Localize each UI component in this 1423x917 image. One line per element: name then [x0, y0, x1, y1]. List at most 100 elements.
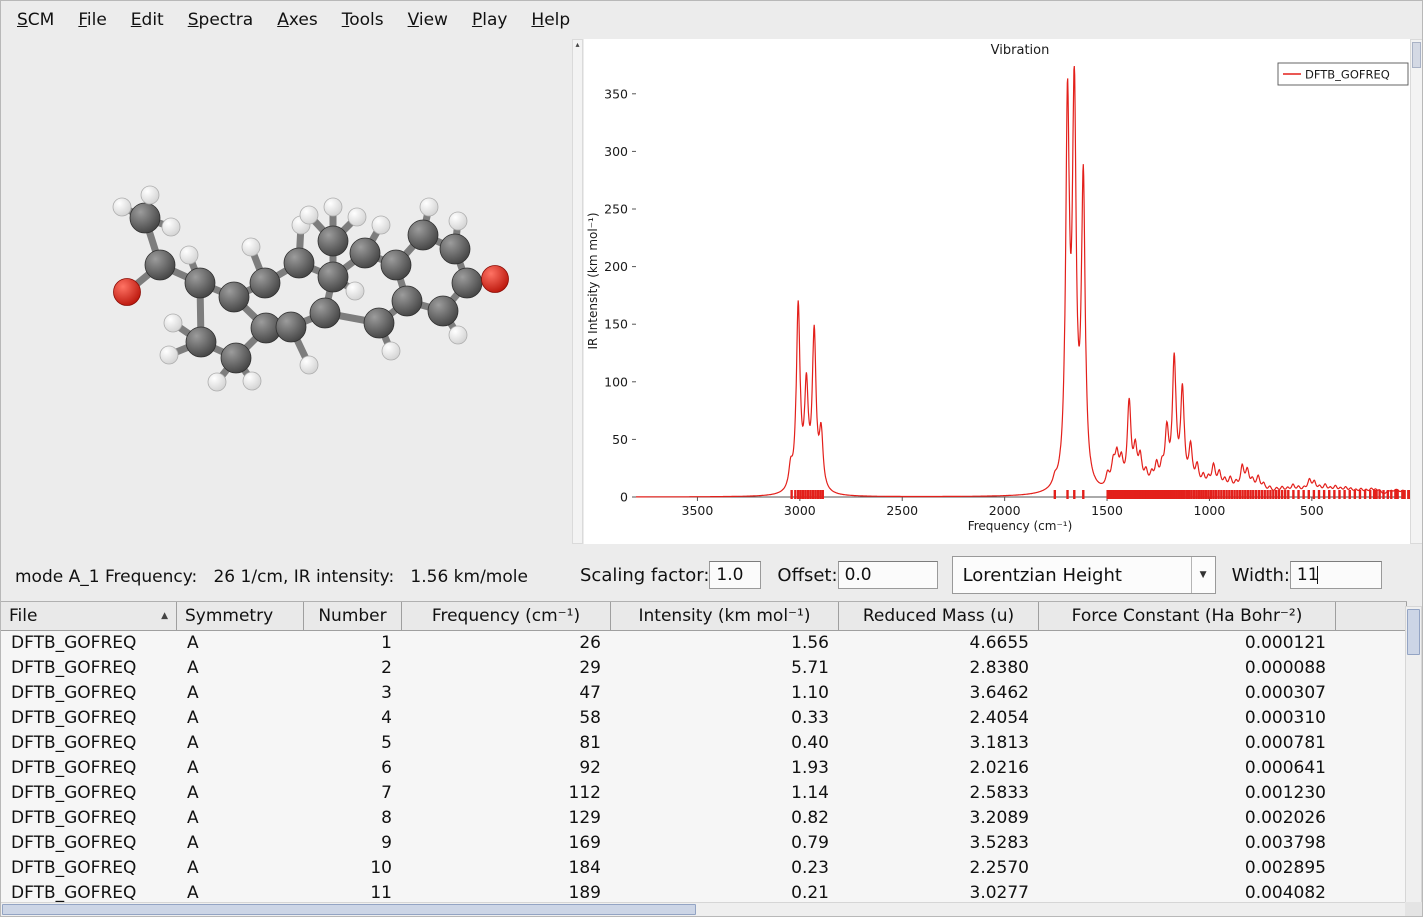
mode-frequency-mark[interactable]	[1167, 490, 1169, 499]
mode-frequency-mark[interactable]	[1223, 490, 1225, 499]
mode-frequency-mark[interactable]	[1108, 490, 1110, 499]
hydrogen-atom[interactable]	[180, 246, 198, 264]
carbon-atom[interactable]	[250, 268, 280, 298]
carbon-atom[interactable]	[276, 312, 306, 342]
table-row[interactable]: DFTB_GOFREQA2295.712.83800.000088	[1, 656, 1407, 681]
oxygen-atom[interactable]	[114, 279, 141, 306]
mode-frequency-mark[interactable]	[1210, 490, 1212, 499]
mode-frequency-mark[interactable]	[1171, 490, 1173, 499]
hydrogen-atom[interactable]	[449, 212, 467, 230]
mode-frequency-mark[interactable]	[1175, 490, 1177, 499]
mode-frequency-mark[interactable]	[1281, 490, 1283, 499]
carbon-atom[interactable]	[392, 286, 422, 316]
carbon-atom[interactable]	[350, 238, 380, 268]
carbon-atom[interactable]	[452, 268, 482, 298]
molecule-viewer[interactable]: mode A_1 Frequency: 26 1/cm, IR intensit…	[3, 39, 570, 599]
carbon-atom[interactable]	[440, 234, 470, 264]
mode-frequency-mark[interactable]	[1177, 490, 1179, 499]
mode-frequency-mark[interactable]	[1225, 490, 1227, 499]
hydrogen-atom[interactable]	[208, 373, 226, 391]
table-row[interactable]: DFTB_GOFREQA101840.232.25700.002895	[1, 856, 1407, 881]
menu-file[interactable]: File	[66, 3, 118, 37]
hydrogen-atom[interactable]	[346, 282, 364, 300]
mode-frequency-mark[interactable]	[1217, 490, 1219, 499]
carbon-atom[interactable]	[219, 282, 249, 312]
mode-frequency-mark[interactable]	[1396, 490, 1398, 499]
mode-frequency-mark[interactable]	[812, 490, 814, 499]
mode-frequency-mark[interactable]	[1190, 490, 1192, 499]
mode-frequency-mark[interactable]	[1338, 490, 1340, 499]
mode-frequency-mark[interactable]	[1239, 490, 1241, 499]
mode-frequency-mark[interactable]	[1261, 490, 1263, 499]
mode-frequency-mark[interactable]	[1284, 490, 1286, 499]
chart-left-scrollbar[interactable]: ▴	[572, 39, 583, 544]
table-row[interactable]: DFTB_GOFREQA4580.332.40540.000310	[1, 706, 1407, 731]
mode-frequency-mark[interactable]	[1236, 490, 1238, 499]
scaling-factor-input[interactable]	[709, 561, 761, 589]
hydrogen-atom[interactable]	[348, 208, 366, 226]
spectrum-chart-svg[interactable]: Vibration0501001502002503003503500300025…	[584, 39, 1410, 544]
table-row[interactable]: DFTB_GOFREQA91690.793.52830.003798	[1, 831, 1407, 856]
hydrogen-atom[interactable]	[160, 346, 178, 364]
table-row[interactable]: DFTB_GOFREQA71121.142.58330.001230	[1, 781, 1407, 806]
mode-frequency-mark[interactable]	[1343, 490, 1345, 499]
scrollbar-thumb[interactable]	[2, 904, 696, 915]
scrollbar-thumb[interactable]	[1412, 42, 1421, 68]
hydrogen-atom[interactable]	[300, 356, 318, 374]
menu-scm[interactable]: SCM	[5, 3, 66, 37]
carbon-atom[interactable]	[310, 298, 340, 328]
mode-frequency-mark[interactable]	[1241, 490, 1243, 499]
hydrogen-atom[interactable]	[162, 218, 180, 236]
mode-frequency-mark[interactable]	[1066, 490, 1068, 499]
mode-frequency-mark[interactable]	[1292, 490, 1294, 499]
carbon-atom[interactable]	[130, 203, 160, 233]
mode-frequency-mark[interactable]	[794, 490, 796, 499]
mode-frequency-mark[interactable]	[1207, 490, 1209, 499]
menu-axes[interactable]: Axes	[265, 3, 330, 37]
carbon-atom[interactable]	[408, 220, 438, 250]
carbon-atom[interactable]	[186, 327, 216, 357]
menu-play[interactable]: Play	[460, 3, 519, 37]
mode-frequency-mark[interactable]	[822, 490, 824, 499]
mode-frequency-mark[interactable]	[1179, 490, 1181, 499]
mode-frequency-mark[interactable]	[1264, 490, 1266, 499]
mode-frequency-mark[interactable]	[1318, 490, 1320, 499]
hydrogen-atom[interactable]	[141, 186, 159, 204]
hydrogen-atom[interactable]	[164, 314, 182, 332]
mode-frequency-mark[interactable]	[1287, 490, 1289, 499]
column-header-force-constant[interactable]: Force Constant (Ha Bohr⁻²)	[1039, 602, 1336, 630]
mode-frequency-mark[interactable]	[1215, 490, 1217, 499]
mode-frequency-mark[interactable]	[1390, 490, 1392, 499]
menu-view[interactable]: View	[396, 3, 460, 37]
carbon-atom[interactable]	[145, 250, 175, 280]
mode-frequency-mark[interactable]	[1308, 490, 1310, 499]
carbon-atom[interactable]	[364, 308, 394, 338]
mode-frequency-mark[interactable]	[1082, 490, 1084, 499]
mode-frequency-mark[interactable]	[1359, 490, 1361, 499]
hydrogen-atom[interactable]	[324, 198, 342, 216]
mode-frequency-mark[interactable]	[1375, 490, 1377, 499]
mode-frequency-mark[interactable]	[1328, 490, 1330, 499]
mode-frequency-mark[interactable]	[1233, 490, 1235, 499]
mode-frequency-mark[interactable]	[1313, 490, 1315, 499]
mode-frequency-mark[interactable]	[1073, 490, 1075, 499]
table-row[interactable]: DFTB_GOFREQA3471.103.64620.000307	[1, 681, 1407, 706]
lineshape-dropdown[interactable]: Lorentzian Height ▼	[952, 556, 1216, 594]
spectrum-chart[interactable]: Vibration0501001502002503003503500300025…	[584, 39, 1410, 544]
column-header-symmetry[interactable]: Symmetry	[177, 602, 304, 630]
mode-frequency-mark[interactable]	[1203, 490, 1205, 499]
mode-frequency-mark[interactable]	[797, 490, 799, 499]
mode-frequency-mark[interactable]	[814, 490, 816, 499]
mode-frequency-mark[interactable]	[1161, 490, 1163, 499]
mode-frequency-mark[interactable]	[1247, 490, 1249, 499]
menu-edit[interactable]: Edit	[119, 3, 176, 37]
offset-input[interactable]	[838, 561, 938, 589]
width-input[interactable]	[1290, 561, 1382, 589]
mode-frequency-mark[interactable]	[1249, 490, 1251, 499]
oxygen-atom[interactable]	[482, 266, 509, 293]
column-header-reduced-mass[interactable]: Reduced Mass (u)	[839, 602, 1039, 630]
mode-frequency-mark[interactable]	[1244, 490, 1246, 499]
hydrogen-atom[interactable]	[242, 238, 260, 256]
mode-frequency-mark[interactable]	[1394, 490, 1396, 499]
molecule-3d-model[interactable]	[3, 39, 570, 564]
